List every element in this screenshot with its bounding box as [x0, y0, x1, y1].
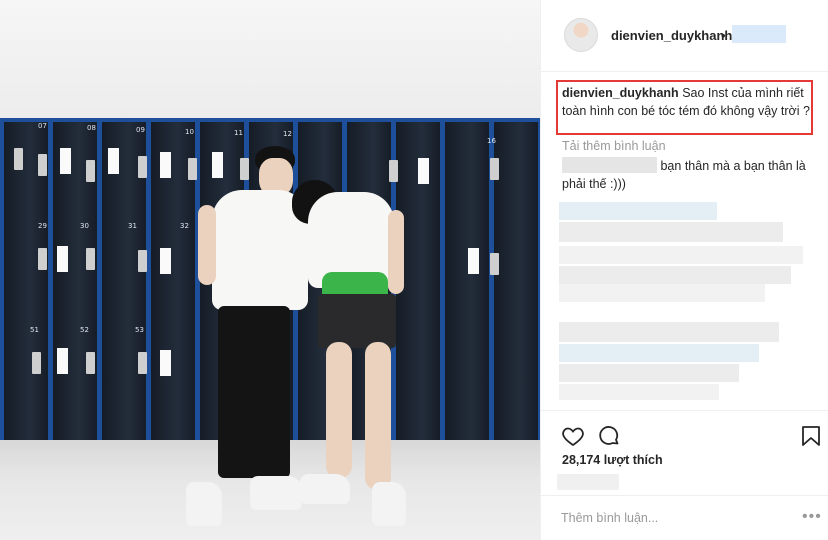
locker-number: 53	[135, 326, 144, 334]
locker-number: 09	[136, 126, 145, 134]
person-shoe	[186, 482, 222, 526]
locker-number: 07	[38, 122, 47, 130]
post-side-panel: dienvien_duykhanh • dienvien_duykhanh Sa…	[540, 0, 828, 540]
locker-number: 10	[185, 128, 194, 136]
separator-dot: •	[721, 28, 726, 43]
redacted-comment	[559, 384, 719, 400]
locker-number: 31	[128, 222, 137, 230]
caption: dienvien_duykhanh Sao Inst của mình riết…	[562, 84, 812, 120]
person-leg	[326, 342, 352, 478]
more-options-icon[interactable]: •••	[802, 508, 822, 526]
bookmark-icon[interactable]	[799, 424, 823, 448]
redacted-comment	[559, 266, 791, 284]
likes-count[interactable]: 28,174 lượt thích	[562, 453, 663, 467]
timestamp-redacted	[557, 474, 619, 490]
locker-number: 08	[87, 124, 96, 132]
comment-username-redacted[interactable]	[562, 157, 657, 173]
follow-button-redacted[interactable]	[732, 25, 786, 43]
photo-wall	[0, 0, 540, 125]
locker-number: 51	[30, 326, 39, 334]
person-shoe	[250, 476, 302, 510]
locker-number: 12	[283, 130, 292, 138]
redacted-comment	[559, 202, 717, 220]
locker-number: 16	[487, 137, 496, 145]
redacted-comment	[559, 284, 765, 302]
person-shoe	[372, 482, 406, 526]
person-arm	[388, 210, 404, 294]
speech-bubble-icon[interactable]	[597, 424, 621, 448]
add-comment-input[interactable]	[561, 511, 761, 525]
person-leg	[365, 342, 391, 490]
header-username[interactable]: dienvien_duykhanh	[611, 28, 732, 43]
locker-number: 11	[234, 129, 243, 137]
locker-number: 30	[80, 222, 89, 230]
caption-username[interactable]: dienvien_duykhanh	[562, 86, 679, 100]
redacted-comment	[559, 222, 783, 242]
redacted-comment	[559, 344, 759, 362]
locker-number: 32	[180, 222, 189, 230]
redacted-comment	[559, 322, 779, 342]
person-pants	[218, 306, 290, 478]
avatar[interactable]	[564, 18, 598, 52]
person-shoe	[300, 474, 350, 504]
add-comment-bar: •••	[541, 495, 828, 540]
post-photo[interactable]: 07 08 09 10 11 12 16 29 30 31 32 33 34 5…	[0, 0, 540, 540]
comment-item: bạn thân mà a bạn thân là phải thế :)))	[562, 157, 812, 193]
post-header: dienvien_duykhanh •	[541, 0, 828, 72]
person-shorts	[318, 294, 396, 348]
redacted-comment	[559, 364, 739, 382]
locker-number: 52	[80, 326, 89, 334]
redacted-comment	[559, 246, 803, 264]
heart-icon[interactable]	[561, 424, 585, 448]
person-arm	[198, 205, 216, 285]
load-more-comments-link[interactable]: Tải thêm bình luận	[562, 139, 666, 153]
locker-number: 29	[38, 222, 47, 230]
